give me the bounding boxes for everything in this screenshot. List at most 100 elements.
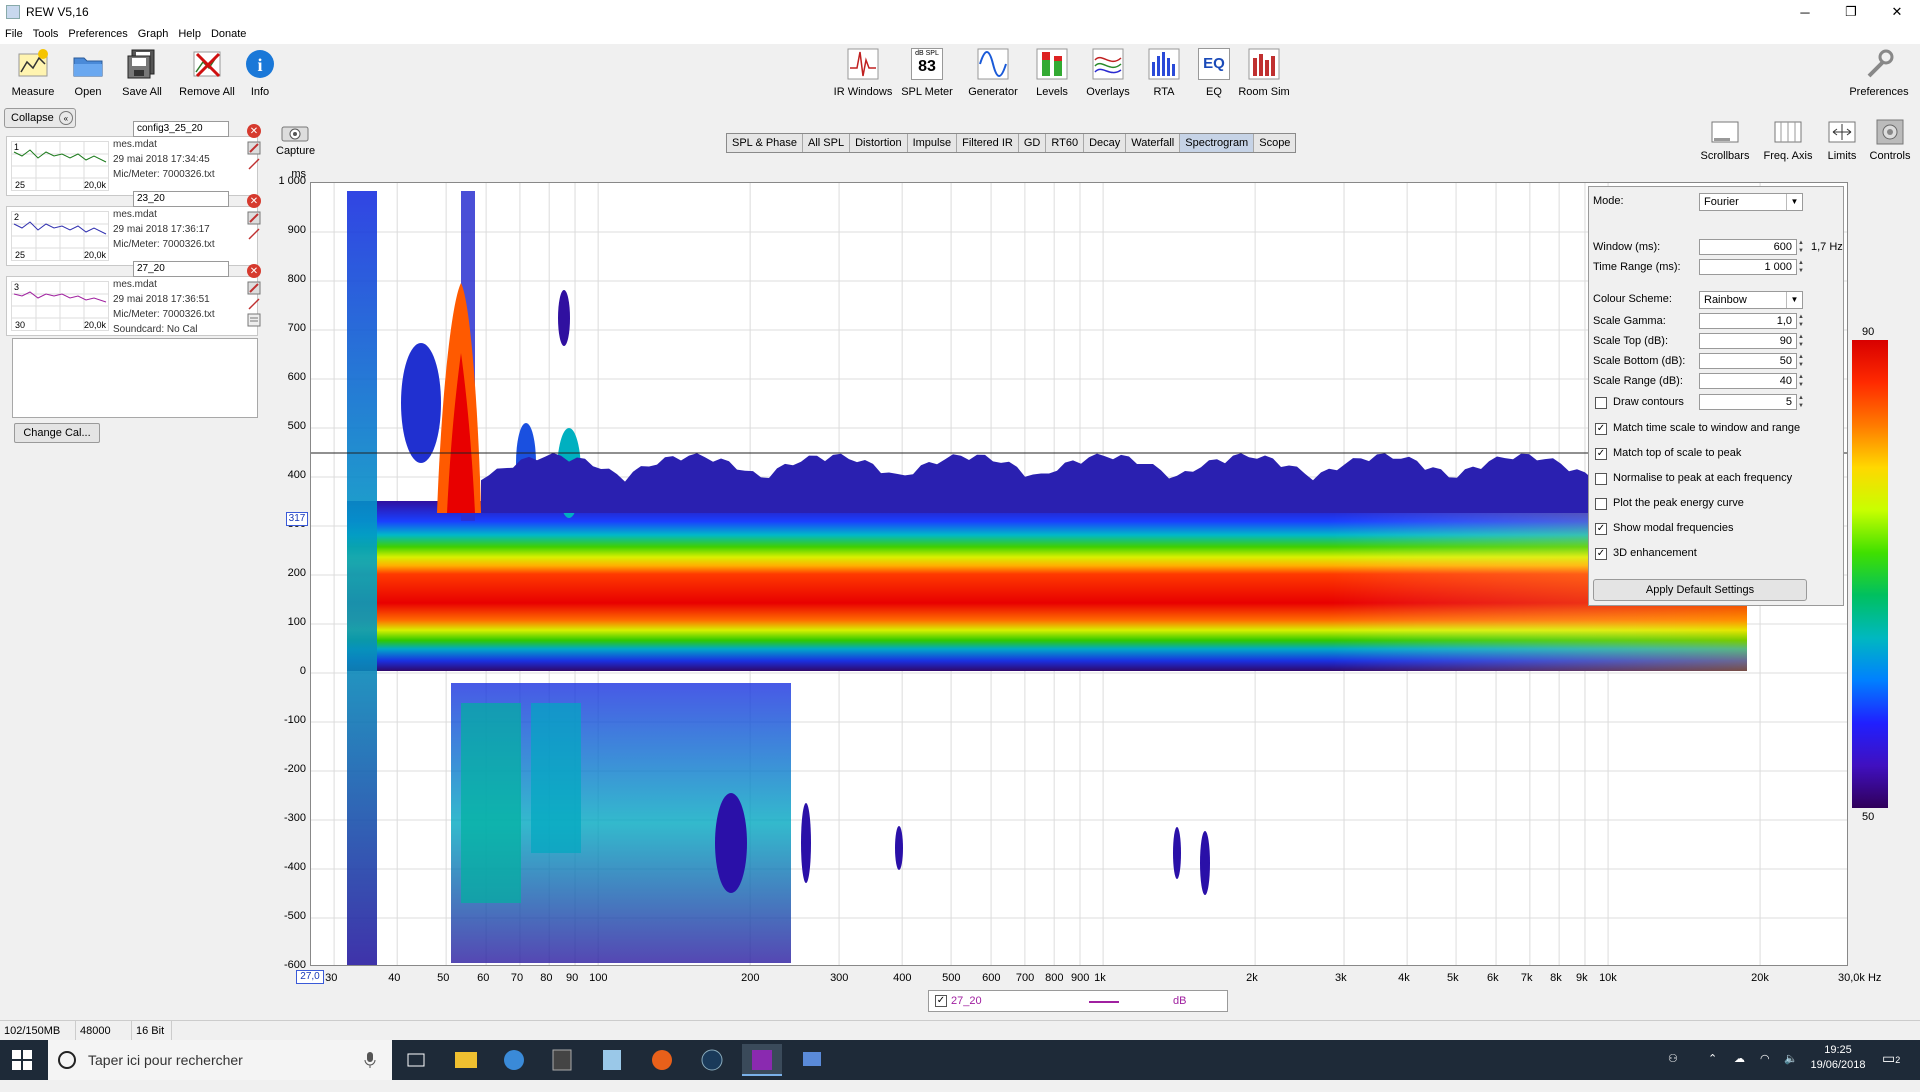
draw-contours-checkbox[interactable]	[1595, 397, 1607, 409]
change-cal-button[interactable]: Change Cal...	[14, 423, 100, 443]
draw-contours-spinner[interactable]: ▲ ▼	[1797, 394, 1805, 410]
spl-meter-button[interactable]: dB SPL 83 SPL Meter	[897, 48, 957, 98]
window-spinner[interactable]: ▲ ▼	[1797, 239, 1805, 255]
capture-button[interactable]: Capture	[276, 124, 315, 157]
task-view-icon[interactable]	[396, 1044, 436, 1076]
taskbar-search-input[interactable]: Taper ici pour rechercher	[48, 1040, 392, 1080]
draw-contours-input[interactable]: 5	[1699, 394, 1797, 410]
tab-decay[interactable]: Decay	[1084, 134, 1127, 152]
scale-gamma-input[interactable]: 1,0	[1699, 313, 1797, 329]
generator-button[interactable]: Generator	[963, 48, 1023, 98]
overlays-button[interactable]: Overlays	[1078, 48, 1138, 98]
levels-button[interactable]: Levels	[1022, 48, 1082, 98]
calculator-app-icon[interactable]	[542, 1044, 582, 1076]
scale-gamma-spinner[interactable]: ▲ ▼	[1797, 313, 1805, 329]
scale-bottom-spinner[interactable]: ▲ ▼	[1797, 353, 1805, 369]
time-range-input[interactable]: 1 000	[1699, 259, 1797, 275]
match-time-scale-checkbox[interactable]: ✓	[1595, 423, 1607, 435]
cloud-icon[interactable]: ☁	[1734, 1052, 1745, 1092]
notification-center-icon[interactable]: ▭2	[1882, 1050, 1906, 1090]
firefox-icon[interactable]	[642, 1044, 682, 1076]
people-icon[interactable]: ⚇	[1668, 1052, 1678, 1092]
color-line-icon[interactable]	[247, 227, 261, 241]
notes-icon[interactable]	[247, 313, 261, 327]
tab-spl-phase[interactable]: SPL & Phase	[727, 134, 804, 152]
colour-scheme-select[interactable]: Rainbow ▼	[1699, 291, 1803, 309]
menu-donate[interactable]: Donate	[206, 28, 251, 40]
open-button[interactable]: Open	[58, 48, 118, 98]
measurement-name-input[interactable]: 27_20	[133, 261, 229, 277]
tab-waterfall[interactable]: Waterfall	[1126, 134, 1181, 152]
taskbar-clock[interactable]: 19:25 19/06/2018	[1806, 1044, 1870, 1084]
measurement-card[interactable]: 2 25 20,0k 23_20 mes.mdat 29 mai 2018 17…	[6, 191, 261, 266]
windows-start-icon[interactable]	[12, 1050, 32, 1073]
tab-rt60[interactable]: RT60	[1046, 134, 1085, 152]
file-explorer-icon[interactable]	[446, 1044, 486, 1076]
edit-icon[interactable]	[247, 211, 261, 225]
menu-preferences[interactable]: Preferences	[63, 28, 132, 40]
color-line-icon[interactable]	[247, 157, 261, 171]
scale-top-input[interactable]: 90	[1699, 333, 1797, 349]
tab-distortion[interactable]: Distortion	[850, 134, 908, 152]
wifi-icon[interactable]: ◠	[1760, 1052, 1770, 1092]
save-all-button[interactable]: Save All	[112, 48, 172, 98]
steam-icon[interactable]	[692, 1044, 732, 1076]
measurement-name-input[interactable]: config3_25_20	[133, 121, 229, 137]
time-range-spinner[interactable]: ▲ ▼	[1797, 259, 1805, 275]
delete-measurement-icon[interactable]: ✕	[247, 194, 261, 208]
restore-button[interactable]: ❐	[1828, 0, 1874, 24]
match-top-scale-checkbox[interactable]: ✓	[1595, 448, 1607, 460]
tab-gd[interactable]: GD	[1019, 134, 1047, 152]
menu-tools[interactable]: Tools	[28, 28, 64, 40]
show-modal-frequencies-checkbox[interactable]: ✓	[1595, 523, 1607, 535]
browser-icon[interactable]	[494, 1044, 534, 1076]
measure-button[interactable]: Measure	[3, 48, 63, 98]
microphone-icon[interactable]	[364, 1052, 376, 1071]
menu-help[interactable]: Help	[173, 28, 206, 40]
minimize-button[interactable]: ─	[1782, 0, 1828, 24]
room-sim-button[interactable]: Room Sim	[1234, 48, 1294, 98]
measurement-card[interactable]: 1 25 20,0k config3_25_20 mes.mdat 29 mai…	[6, 121, 261, 196]
scale-top-spinner[interactable]: ▲ ▼	[1797, 333, 1805, 349]
volume-icon[interactable]: 🔈	[1784, 1052, 1798, 1092]
peak-energy-curve-checkbox[interactable]	[1595, 498, 1607, 510]
x-tick-label: 4k	[1398, 972, 1410, 984]
menu-graph[interactable]: Graph	[133, 28, 174, 40]
remove-all-button[interactable]: Remove All	[177, 48, 237, 98]
scrollbars-button[interactable]: Scrollbars	[1693, 118, 1757, 162]
network-app-icon[interactable]	[792, 1044, 832, 1076]
edit-icon[interactable]	[247, 281, 261, 295]
apply-default-settings-button[interactable]: Apply Default Settings	[1593, 579, 1807, 601]
tab-impulse[interactable]: Impulse	[908, 134, 958, 152]
scale-range-spinner[interactable]: ▲ ▼	[1797, 373, 1805, 389]
measurement-name-input[interactable]: 23_20	[133, 191, 229, 207]
delete-measurement-icon[interactable]: ✕	[247, 264, 261, 278]
tab-all-spl[interactable]: All SPL	[803, 134, 851, 152]
edit-icon[interactable]	[247, 141, 261, 155]
mode-select[interactable]: Fourier ▼	[1699, 193, 1803, 211]
tab-spectrogram[interactable]: Spectrogram	[1180, 134, 1255, 152]
info-button[interactable]: i Info	[230, 48, 290, 98]
ir-windows-button[interactable]: IR Windows	[833, 48, 893, 98]
collapse-button[interactable]: Collapse «	[4, 108, 76, 128]
tab-filtered-ir[interactable]: Filtered IR	[957, 134, 1019, 152]
tablet-app-icon[interactable]	[592, 1044, 632, 1076]
tab-scope[interactable]: Scope	[1254, 134, 1295, 152]
y-tick-label: 700	[287, 322, 306, 334]
scale-range-input[interactable]: 40	[1699, 373, 1797, 389]
3d-enhancement-checkbox[interactable]: ✓	[1595, 548, 1607, 560]
close-button[interactable]: ✕	[1874, 0, 1920, 24]
preferences-button[interactable]: Preferences	[1846, 48, 1912, 98]
legend-checkbox[interactable]: ✓	[935, 995, 947, 1007]
tray-chevron-up-icon[interactable]: ⌃	[1708, 1052, 1717, 1092]
controls-button[interactable]: Controls	[1860, 118, 1920, 162]
measurement-notes[interactable]	[12, 338, 258, 418]
measurement-card[interactable]: 3 30 20,0k 27_20 mes.mdat 29 mai 2018 17…	[6, 261, 261, 336]
color-line-icon[interactable]	[247, 297, 261, 311]
scale-bottom-input[interactable]: 50	[1699, 353, 1797, 369]
menu-file[interactable]: File	[0, 28, 28, 40]
delete-measurement-icon[interactable]: ✕	[247, 124, 261, 138]
window-input[interactable]: 600	[1699, 239, 1797, 255]
rew-app-icon[interactable]	[742, 1044, 782, 1076]
normalise-peak-checkbox[interactable]	[1595, 473, 1607, 485]
